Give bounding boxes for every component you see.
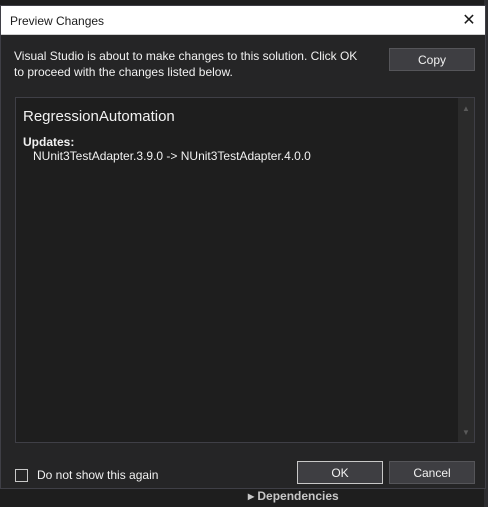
dialog-title: Preview Changes <box>10 14 105 28</box>
ok-button[interactable]: OK <box>297 461 383 484</box>
update-item: NUnit3TestAdapter.3.9.0 -> NUnit3TestAda… <box>33 149 311 163</box>
scroll-up-arrow-icon[interactable]: ▲ <box>458 100 474 116</box>
cancel-button[interactable]: Cancel <box>389 461 475 484</box>
preview-changes-dialog: Preview Changes ✕ Visual Studio is about… <box>0 5 486 489</box>
scroll-down-arrow-icon[interactable]: ▼ <box>458 424 474 440</box>
dialog-titlebar: Preview Changes ✕ <box>1 6 485 35</box>
copy-button[interactable]: Copy <box>389 48 475 71</box>
close-icon: ✕ <box>462 12 476 29</box>
do-not-show-again-label: Do not show this again <box>37 468 159 482</box>
do-not-show-again-checkbox[interactable] <box>15 468 28 482</box>
vertical-scrollbar[interactable]: ▲ ▼ <box>458 98 474 442</box>
close-button[interactable]: ✕ <box>453 6 485 34</box>
do-not-show-again-option[interactable]: Do not show this again <box>15 468 158 482</box>
changes-list-panel[interactable]: RegressionAutomation Updates: NUnit3Test… <box>15 97 475 443</box>
dialog-description: Visual Studio is about to make changes t… <box>14 49 358 79</box>
background-dependencies-node: ▸ Dependencies <box>248 489 339 503</box>
project-name: RegressionAutomation <box>23 108 175 125</box>
updates-heading: Updates: <box>23 135 75 149</box>
